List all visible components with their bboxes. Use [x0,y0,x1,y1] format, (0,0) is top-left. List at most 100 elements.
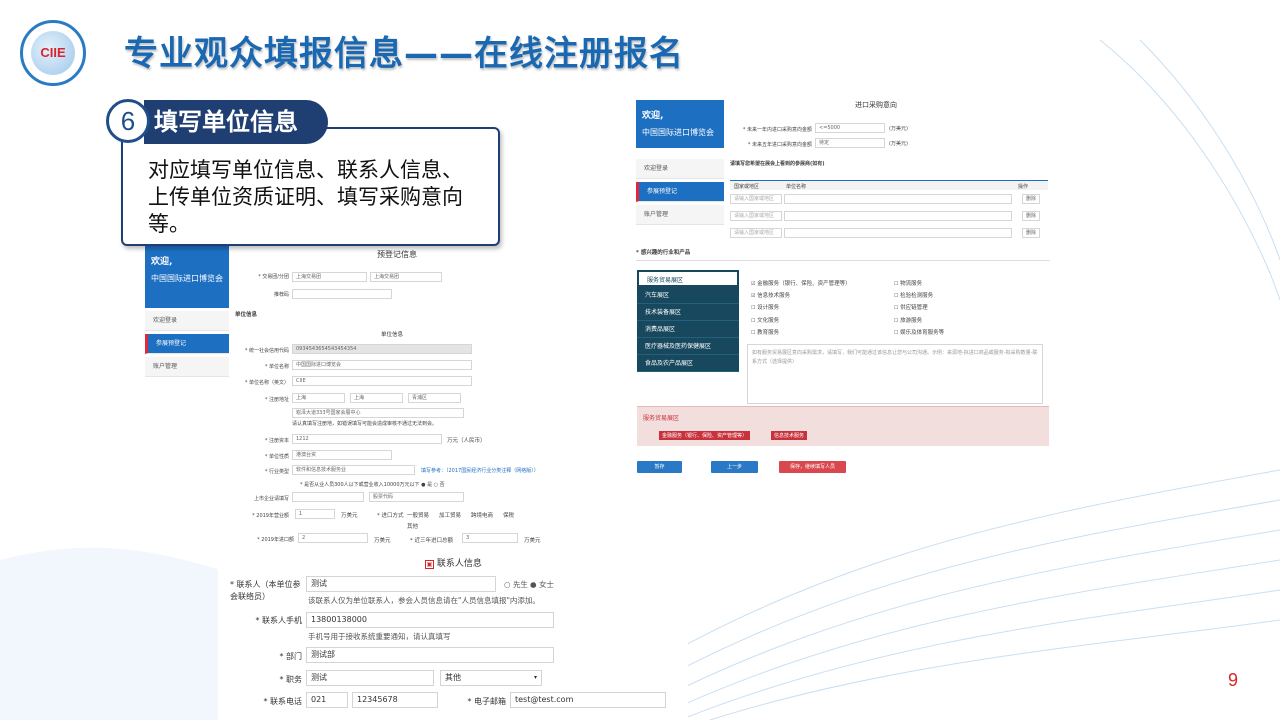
email-input[interactable]: test@test.com [510,692,666,708]
service-finance-checkbox[interactable]: 金融服务（银行、保险、资产管理等） [751,279,851,287]
row2-country-input[interactable]: 请输入国家或地区 [730,211,782,221]
gender-male-label: 先生 [512,580,528,589]
service-entertainment-checkbox[interactable]: 娱乐及体育服务等 [894,328,944,336]
unit-name-en-input[interactable]: CIIE [292,376,472,386]
service-tourism-checkbox[interactable]: 旅游服务 [894,316,922,324]
menu-item-prereg-right[interactable]: 参展预登记 [636,182,724,202]
service-logistics-checkbox[interactable]: 物流服务 [894,279,922,287]
menu-item-prereg[interactable]: 参展预登记 [145,334,229,354]
industry-consumer-goods[interactable]: 消费品展区 [637,321,739,338]
row1-country-input[interactable]: 请输入国家或地区 [730,194,782,204]
industry-reference-link[interactable]: 填写参考：（2017国民经济行业分类注释（网络版）） [421,467,539,474]
gender-male-radio[interactable]: ○ 先生 [504,579,528,590]
unit-name-input[interactable]: 中国国际进口博览会 [292,360,472,370]
service-education-checkbox[interactable]: 教育服务 [751,328,779,336]
reg-capital-input[interactable]: 1212 [292,434,442,444]
save-draft-button[interactable]: 暂存 [637,461,682,473]
menu-item-welcome-right[interactable]: 欢迎登录 [636,159,724,179]
phone-number-input[interactable]: 12345678 [352,692,438,708]
import-amount-unit: 万美元 [374,538,391,544]
col-action: 操作 [1018,184,1029,190]
stock-code-input[interactable]: 股票代码 [369,492,464,502]
revenue-input[interactable]: 1 [295,509,335,519]
selected-section-title: 服务贸易展区 [643,415,680,422]
next-year-select[interactable]: <=5000 [815,123,885,133]
industry-food-agri[interactable]: 食品及农产品展区 [637,355,739,372]
contact-card-icon: ▣ [425,560,434,569]
gender-female-radio[interactable]: ● 女士 [530,579,554,590]
exhibitor-table-header: 国家或地区 单位名称 操作 [730,180,1048,190]
import-3yr-unit: 万美元 [524,538,541,544]
credit-code-label: * 统一社会信用代码 [244,348,289,354]
import-method-2[interactable]: 加工贸易 [439,511,461,519]
menu-item-account[interactable]: 账户管理 [145,357,229,377]
unit-info-title: 单位信息 [381,332,404,338]
credit-code-input[interactable]: 0934543654543454354 [292,344,472,354]
contact-section-label: 联系人信息 [436,559,482,569]
trade-group-select[interactable]: 上海交易团 [292,272,367,282]
prereg-title: 预登记信息 [377,250,417,259]
position-input[interactable]: 测试 [306,670,434,686]
selected-tag-it[interactable]: 信息技术服务 [771,431,808,440]
row1-delete-button[interactable]: 删除 [1022,194,1040,204]
industry-title: * 感兴趣的行业和产品 [636,250,691,256]
service-design-checkbox[interactable]: 设计服务 [751,303,779,311]
industry-medical[interactable]: 医疗器械及医药保健展区 [637,338,739,355]
service-supplychain-checkbox[interactable]: 供应链管理 [894,303,928,311]
listed-select[interactable] [292,492,364,502]
service-culture-checkbox[interactable]: 文化服务 [751,316,779,324]
mobile-hint: 手机号用于接收系统重要通知，请认真填写 [308,632,451,641]
addr-district-select[interactable]: 青浦区 [408,393,461,403]
row1-unit-input[interactable] [784,194,1012,204]
position-label: * 职务 [279,675,302,684]
revenue-unit: 万美元 [341,513,358,519]
import-method-3[interactable]: 跨境电商 [471,511,493,519]
ciie-logo: CIIE [20,20,86,86]
purchase-needs-textarea[interactable]: 如有服务贸易展区意向采购需求，请填写，我们可能通过该信息让您与公司沟通。示例：来… [747,344,1043,404]
recommend-code-label: 推荐码 [273,292,289,298]
industry-tech-equipment[interactable]: 技术装备展区 [637,304,739,321]
row2-unit-input[interactable] [784,211,1012,221]
selected-tag-finance[interactable]: 金融服务（银行、保险、资产管理等） [659,431,751,440]
recommend-code-input[interactable] [292,289,392,299]
addr-province-select[interactable]: 上海 [292,393,345,403]
import-method-5[interactable]: 其他 [407,522,418,530]
menu-item-account-right[interactable]: 账户管理 [636,205,724,225]
step-description: 对应填写单位信息、联系人信息、上传单位资质证明、填写采购意向等。 [148,158,463,236]
divider [636,260,1050,261]
mobile-input[interactable]: 13800138000 [306,612,554,628]
contact-name-input[interactable]: 测试 [306,576,496,592]
dept-label: * 部门 [279,652,302,661]
phone-area-input[interactable]: 021 [306,692,348,708]
trade-subgroup-select[interactable]: 上海交易团 [370,272,442,282]
import-method-1[interactable]: 一般贸易 [407,511,429,519]
unit-nature-select[interactable]: 港澳台资 [292,450,392,460]
contact-label: * 联系人（本单位参会联络员） [230,580,301,601]
import-amount-input[interactable]: 2 [298,533,368,543]
addr-detail-input[interactable]: 崧泽大道333号国家会展中心 [292,408,464,418]
row3-unit-input[interactable] [784,228,1012,238]
side-menu: 欢迎登录 参展预登记 账户管理 [145,308,229,377]
save-continue-button[interactable]: 保存，继续填写人员 [779,461,846,473]
col-unit-name: 单位名称 [786,184,807,190]
industry-type-select[interactable]: 软件和信息技术服务业 [292,465,415,475]
industry-auto[interactable]: 汽车展区 [637,287,739,304]
welcome-banner: 欢迎, 中国国际进口博览会 [145,246,229,308]
row3-country-input[interactable]: 请输入国家或地区 [730,228,782,238]
import-3yr-input[interactable]: 3 [462,533,518,543]
row3-delete-button[interactable]: 删除 [1022,228,1040,238]
row2-delete-button[interactable]: 删除 [1022,211,1040,221]
import-method-4[interactable]: 保税 [503,511,514,519]
industry-service-trade[interactable]: 服务贸易展区 [637,270,739,287]
menu-item-welcome[interactable]: 欢迎登录 [145,311,229,331]
listed-label: 上市企业请填写 [253,496,289,502]
service-inspection-checkbox[interactable]: 检验检测服务 [894,291,933,299]
prev-step-button[interactable]: 上一步 [711,461,758,473]
five-year-select[interactable]: 待定 [815,138,885,148]
position-select[interactable]: 其他 ▾ [440,670,542,686]
five-year-label: * 未来五年进口采购意向金额 [747,142,812,148]
welcome-subtitle-right: 中国国际进口博览会 [642,128,714,137]
dept-input[interactable]: 测试部 [306,647,554,663]
addr-city-select[interactable]: 上海 [350,393,403,403]
service-it-checkbox[interactable]: 信息技术服务 [751,291,790,299]
